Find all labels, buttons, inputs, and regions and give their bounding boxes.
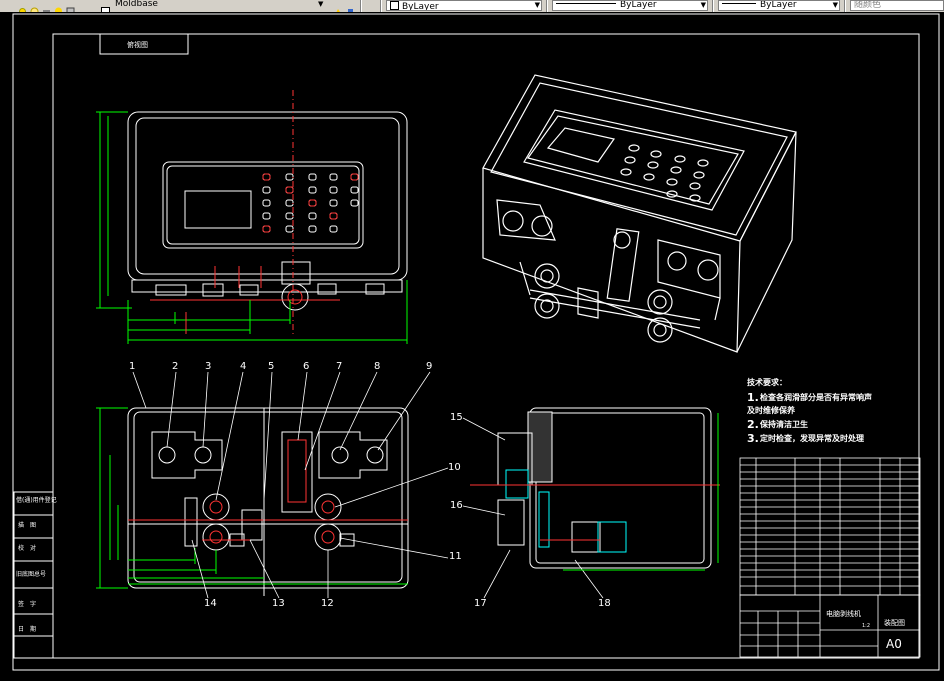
linetype-dropdown-chevron-icon[interactable]: ▼ (701, 1, 706, 10)
layer-lock-icon[interactable] (42, 1, 51, 12)
title-block-scale: 1:2 (862, 623, 871, 629)
part-balloon-5: 5 (268, 361, 275, 372)
tech-note-1-continuation: 及时维修保养 (747, 406, 795, 415)
lineweight-control-dropdown[interactable]: ByLayer ▼ (718, 0, 840, 11)
part-balloon-11: 11 (449, 551, 462, 562)
toolbar-separator (380, 0, 382, 12)
part-balloon-3: 3 (205, 361, 212, 372)
layer-bulb-icon[interactable] (54, 1, 63, 12)
tech-note-3-number: 3. (747, 432, 759, 445)
part-balloon-17: 17 (474, 598, 487, 609)
part-balloon-7: 7 (336, 361, 343, 372)
lineweight-control-value: ByLayer (760, 0, 797, 10)
part-balloon-9: 9 (426, 361, 433, 372)
plotstyle-control-dropdown[interactable]: 随颜色 (850, 0, 944, 11)
toolbar-separator (844, 0, 846, 12)
layer-color-swatch-icon (101, 1, 110, 12)
sidebar-label-date: 日 期 (18, 626, 37, 633)
tech-note-2-number: 2. (747, 418, 759, 431)
sidebar-label-borrowed-parts: 借(通)用件登记 (16, 497, 57, 504)
cad-drawing-canvas[interactable] (0, 12, 944, 681)
part-balloon-10: 10 (448, 462, 461, 473)
title-block-drawing-name: 电脑剥线机 (826, 610, 861, 618)
layer-sun-icon[interactable] (18, 1, 27, 12)
part-balloon-1: 1 (129, 361, 136, 372)
part-balloon-6: 6 (303, 361, 310, 372)
toolbar-separator (712, 0, 714, 12)
layer-dropdown[interactable]: Moldbase (112, 0, 328, 11)
sidebar-label-tracing: 描 图 (18, 522, 37, 529)
linetype-control-dropdown[interactable]: ByLayer ▼ (552, 0, 708, 11)
part-balloon-16: 16 (450, 500, 463, 511)
layer-freeze-icon[interactable] (30, 1, 39, 12)
make-current-layer-icon[interactable] (334, 1, 343, 12)
color-dropdown-chevron-icon[interactable]: ▼ (535, 1, 540, 10)
layer-dropdown-value: Moldbase (115, 0, 158, 9)
toolbar-separator (546, 0, 548, 12)
part-balloon-13: 13 (272, 598, 285, 609)
part-balloon-15: 15 (450, 412, 463, 423)
color-control-value: ByLayer (402, 2, 439, 11)
part-balloon-2: 2 (172, 361, 179, 372)
toolbar-separator (360, 0, 362, 12)
linetype-control-value: ByLayer (620, 0, 657, 10)
layer-previous-icon[interactable] (346, 1, 355, 12)
sidebar-label-signature: 签 字 (18, 601, 37, 608)
part-balloon-14: 14 (204, 598, 217, 609)
tech-note-1-text: 检查各润滑部分是否有异常响声 (760, 393, 872, 402)
part-balloon-4: 4 (240, 361, 247, 372)
plotstyle-control-value: 随颜色 (854, 0, 882, 10)
layer-dropdown-chevron-icon[interactable]: ▼ (318, 0, 323, 8)
part-balloon-18: 18 (598, 598, 611, 609)
tech-note-3-text: 定时检查，发现异常及时处理 (760, 434, 864, 443)
sidebar-label-old-drawing-number: 旧底图总号 (16, 571, 47, 578)
tech-notes-heading: 技术要求： (747, 378, 787, 387)
color-control-dropdown[interactable]: ByLayer ▼ (386, 0, 542, 11)
top-view-label: 俯视图 (127, 41, 148, 49)
tech-note-1-number: 1. (747, 391, 759, 404)
lineweight-dropdown-chevron-icon[interactable]: ▼ (833, 1, 838, 10)
part-balloon-8: 8 (374, 361, 381, 372)
part-balloon-12: 12 (321, 598, 334, 609)
sidebar-label-checking: 校 对 (18, 545, 37, 552)
tech-note-2-text: 保持清洁卫生 (760, 420, 808, 429)
layer-plot-icon[interactable] (66, 1, 75, 12)
title-block-designer: 装配图 (884, 619, 905, 627)
title-block-sheet-size: A0 (886, 637, 902, 651)
